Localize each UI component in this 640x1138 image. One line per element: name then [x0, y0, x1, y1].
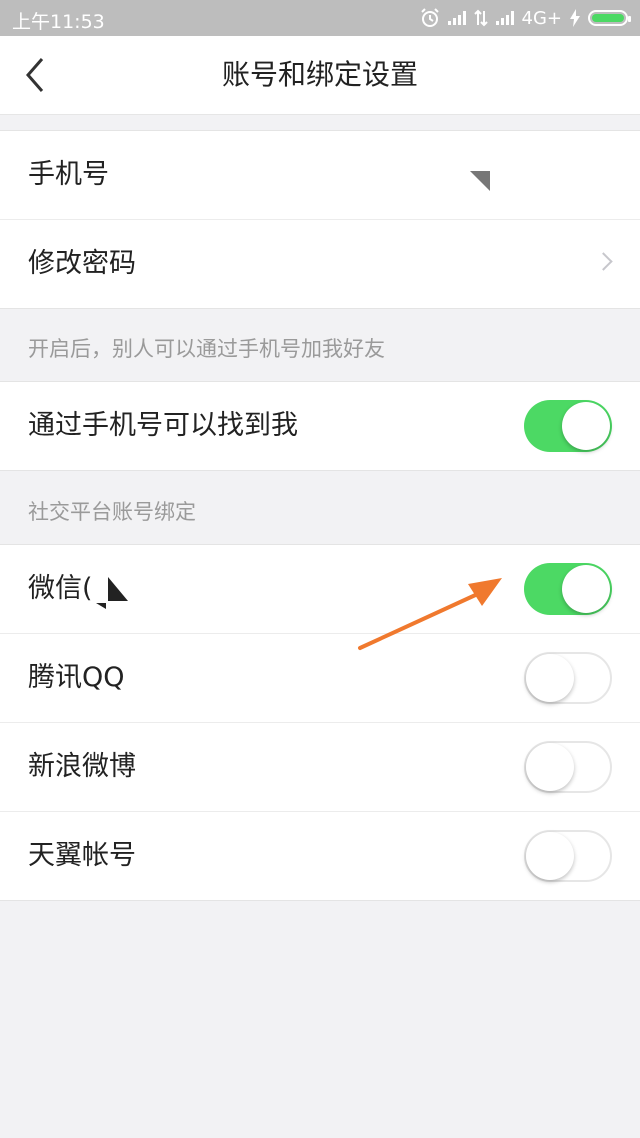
- toggle-knob: [526, 654, 574, 702]
- find-by-phone-toggle[interactable]: [524, 400, 612, 452]
- change-password-row[interactable]: 修改密码: [0, 220, 640, 308]
- account-group: 手机号 修改密码: [0, 130, 640, 309]
- redaction-mark: [470, 171, 490, 191]
- chevron-right-icon: [594, 252, 613, 271]
- weibo-label: 新浪微博: [28, 751, 136, 782]
- network-type: 4G+: [521, 7, 562, 29]
- data-transfer-icon: [473, 9, 488, 27]
- find-by-phone-label: 通过手机号可以找到我: [28, 410, 298, 441]
- toggle-knob: [562, 402, 610, 450]
- alarm-icon: [420, 8, 439, 27]
- tianyi-toggle[interactable]: [524, 830, 612, 882]
- status-icons: 4G+: [420, 6, 631, 30]
- nav-bar: 账号和绑定设置: [0, 36, 640, 115]
- find-by-phone-row: 通过手机号可以找到我: [0, 382, 640, 470]
- tianyi-label: 天翼帐号: [28, 840, 136, 871]
- battery-icon: [588, 10, 631, 26]
- phone-search-hint: 开启后，别人可以通过手机号加我好友: [28, 337, 385, 361]
- charging-icon: [570, 9, 580, 27]
- find-me-group: 通过手机号可以找到我: [0, 381, 640, 471]
- toggle-knob: [526, 743, 574, 791]
- weibo-toggle[interactable]: [524, 741, 612, 793]
- social-group: 微信( 腾讯QQ 新浪微博 天翼帐号: [0, 544, 640, 901]
- wechat-label: 微信(: [28, 573, 93, 604]
- annotation-arrow: [358, 578, 502, 650]
- qq-row: 腾讯QQ: [0, 634, 640, 723]
- signal-icon: [447, 11, 466, 25]
- phone-label: 手机号: [28, 159, 109, 190]
- wechat-row: 微信(: [0, 545, 640, 634]
- toggle-knob: [562, 565, 610, 613]
- tianyi-row: 天翼帐号: [0, 812, 640, 900]
- phone-row[interactable]: 手机号: [0, 131, 640, 220]
- weibo-row: 新浪微博: [0, 723, 640, 812]
- qq-label: 腾讯QQ: [28, 662, 125, 693]
- redaction-mark: [96, 577, 128, 609]
- wechat-toggle[interactable]: [524, 563, 612, 615]
- signal-icon-2: [495, 11, 514, 25]
- page-title: 账号和绑定设置: [221, 58, 418, 91]
- toggle-knob: [526, 832, 574, 880]
- status-time: 上午11:53: [12, 11, 105, 33]
- status-bar: 上午11:53 4G+: [0, 0, 640, 36]
- change-password-label: 修改密码: [28, 248, 136, 279]
- social-binding-header: 社交平台账号绑定: [28, 500, 196, 524]
- qq-toggle[interactable]: [524, 652, 612, 704]
